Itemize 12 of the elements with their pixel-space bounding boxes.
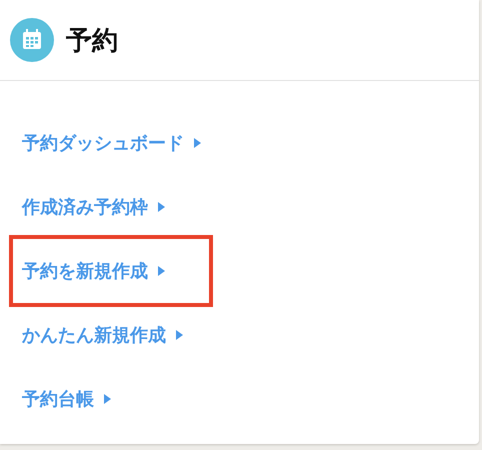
panel-title: 予約 — [66, 24, 118, 58]
menu-link[interactable]: 予約を新規作成 — [22, 259, 148, 283]
caret-icon — [176, 330, 183, 340]
menu-link[interactable]: 予約ダッシュボード — [22, 131, 184, 155]
menu-link[interactable]: 作成済み予約枠 — [22, 195, 148, 219]
menu-link[interactable]: かんたん新規作成 — [22, 323, 166, 347]
calendar-icon — [10, 18, 54, 62]
menu-link[interactable]: 予約台帳 — [22, 387, 94, 411]
caret-icon — [158, 266, 165, 276]
caret-icon — [194, 138, 201, 148]
caret-icon — [104, 394, 111, 404]
caret-icon — [158, 202, 165, 212]
